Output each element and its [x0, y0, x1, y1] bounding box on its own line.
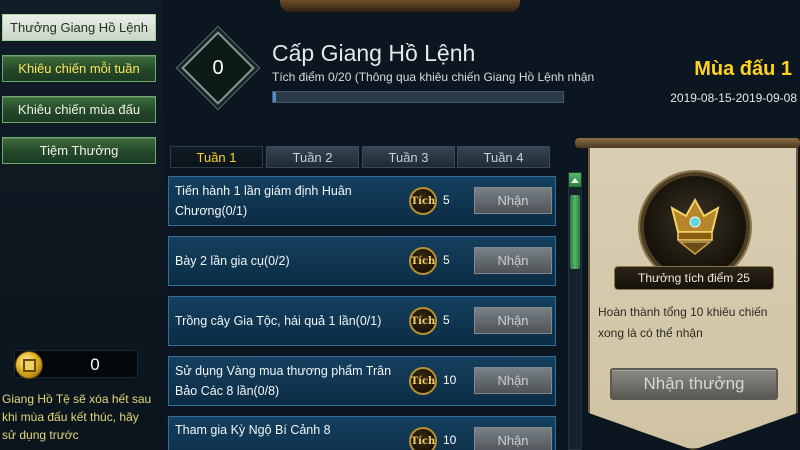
- menu-item-reward-shop[interactable]: Tiệm Thưởng: [2, 137, 156, 164]
- progress-text: Tích điểm 0/20 (Thông qua khiêu chiến Gi…: [272, 70, 595, 84]
- tab-week-2[interactable]: Tuần 2: [266, 146, 359, 168]
- claim-task-button[interactable]: Nhận: [474, 367, 552, 394]
- task-text: Tiến hành 1 lần giám định Huân Chương(0/…: [175, 184, 352, 218]
- task-text: Trồng cây Gia Tộc, hái quả 1 lần(0/1): [175, 314, 382, 328]
- reward-label: Thưởng tích điểm 25: [614, 266, 774, 290]
- reward-description: Hoàn thành tổng 10 khiêu chiến xong là c…: [598, 305, 768, 340]
- claim-reward-button[interactable]: Nhận thưởng: [610, 368, 778, 400]
- page-title: Cấp Giang Hồ Lệnh: [272, 40, 476, 66]
- task-list-scrollbar[interactable]: [568, 172, 582, 450]
- wallet-value: 0: [90, 355, 100, 374]
- task-text: Tham gia Kỳ Ngộ Bí Cảnh 8: [175, 423, 331, 437]
- claim-task-button[interactable]: Nhận: [474, 187, 552, 214]
- top-ornament: [280, 0, 520, 12]
- points-token-icon: Tích: [409, 367, 437, 395]
- wallet-box: 0: [14, 350, 138, 379]
- task-points: 5: [443, 193, 450, 207]
- progress-bar: [272, 91, 564, 103]
- menu-item-weekly-challenge[interactable]: Khiêu chiến mỗi tuần: [2, 55, 156, 82]
- task-points: 10: [443, 373, 457, 387]
- task-row: Sử dụng Vàng mua thương phẩm Trân Bảo Cá…: [168, 356, 556, 406]
- tab-week-3[interactable]: Tuần 3: [362, 146, 455, 168]
- season-name: Mùa đấu 1: [694, 58, 792, 80]
- points-token-icon: Tích: [409, 307, 437, 335]
- season-dates: 2019-08-15-2019-09-08: [670, 91, 797, 105]
- points-token-icon: Tích: [409, 247, 437, 275]
- wallet-note: Giang Hồ Tệ sẽ xóa hết sau khi mùa đấu k…: [2, 392, 152, 442]
- task-points: 5: [443, 253, 450, 267]
- task-row: Trồng cây Gia Tộc, hái quả 1 lần(0/1) Tí…: [168, 296, 556, 346]
- reward-panel-rod: [575, 138, 800, 148]
- task-row: Tham gia Kỳ Ngộ Bí Cảnh 8 Tích 10 Nhận: [168, 416, 556, 450]
- level-number: 0: [212, 56, 224, 79]
- tab-week-4[interactable]: Tuần 4: [457, 146, 550, 168]
- menu-item-season-challenge[interactable]: Khiêu chiến mùa đấu: [2, 96, 156, 123]
- crown-crest-icon: [644, 176, 746, 278]
- tab-week-1[interactable]: Tuần 1: [170, 146, 263, 168]
- coin-icon: [15, 351, 43, 379]
- scroll-up-arrow-icon[interactable]: [569, 173, 581, 187]
- points-token-icon: Tích: [409, 187, 437, 215]
- claim-task-button[interactable]: Nhận: [474, 427, 552, 450]
- progress-start-marker: [273, 92, 276, 102]
- task-points: 10: [443, 433, 457, 447]
- points-token-icon: Tích: [409, 427, 437, 450]
- scroll-thumb[interactable]: [570, 195, 580, 269]
- claim-task-button[interactable]: Nhận: [474, 307, 552, 334]
- task-row: Bày 2 lần gia cụ(0/2) Tích 5 Nhận: [168, 236, 556, 286]
- task-text: Bày 2 lần gia cụ(0/2): [175, 254, 290, 268]
- menu-item-reward-token[interactable]: Thưởng Giang Hồ Lệnh: [2, 14, 156, 41]
- task-points: 5: [443, 313, 450, 327]
- task-text: Sử dụng Vàng mua thương phẩm Trân Bảo Cá…: [175, 364, 392, 398]
- task-row: Tiến hành 1 lần giám định Huân Chương(0/…: [168, 176, 556, 226]
- claim-task-button[interactable]: Nhận: [474, 247, 552, 274]
